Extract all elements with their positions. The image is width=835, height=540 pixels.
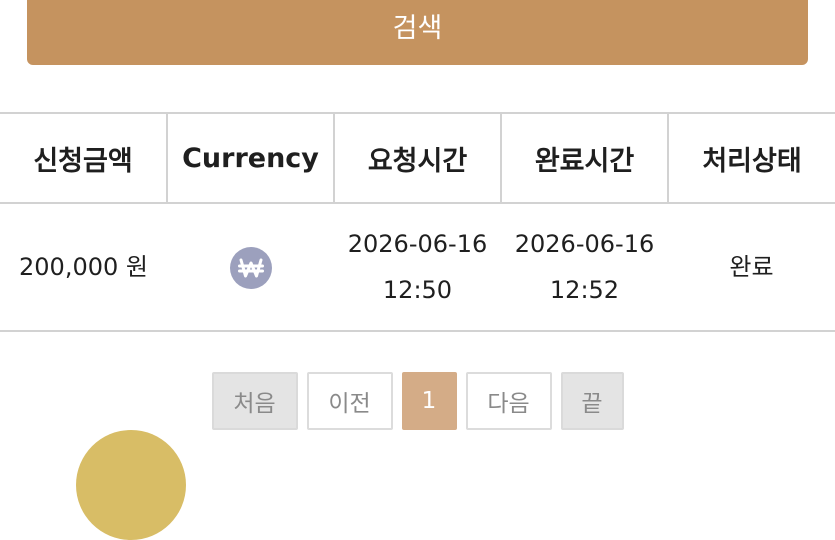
header-currency: Currency bbox=[167, 112, 335, 204]
complete-clock: 12:52 bbox=[549, 276, 620, 304]
cell-amount: 200,000 원 bbox=[0, 202, 167, 332]
page-1-button[interactable]: 1 bbox=[401, 372, 457, 430]
won-coin-icon bbox=[229, 247, 272, 289]
search-button[interactable]: 검색 bbox=[27, 0, 808, 65]
complete-date: 2026-06-16 bbox=[514, 230, 655, 258]
page-first-button[interactable]: 처음 bbox=[211, 372, 298, 430]
floating-badge bbox=[76, 430, 186, 540]
page-last-button[interactable]: 끝 bbox=[560, 372, 624, 430]
page-prev-button[interactable]: 이전 bbox=[306, 372, 393, 430]
page-next-button[interactable]: 다음 bbox=[465, 372, 552, 430]
header-request-time: 요청시간 bbox=[334, 112, 502, 204]
pagination: 처음 이전 1 다음 끝 bbox=[0, 372, 835, 430]
cell-complete-time: 2026-06-16 12:52 bbox=[501, 202, 668, 332]
table-header-row: 신청금액 Currency 요청시간 완료시간 처리상태 bbox=[0, 112, 835, 204]
header-complete-time: 완료시간 bbox=[501, 112, 669, 204]
history-table: 신청금액 Currency 요청시간 완료시간 처리상태 200,000 원 2… bbox=[0, 112, 835, 332]
header-amount: 신청금액 bbox=[0, 112, 168, 204]
table-row: 200,000 원 2026-06-16 12:50 2026-06-16 12… bbox=[0, 202, 835, 332]
cell-currency bbox=[167, 202, 334, 332]
cell-request-time: 2026-06-16 12:50 bbox=[334, 202, 501, 332]
status-badge: 완료 bbox=[668, 202, 835, 332]
request-date: 2026-06-16 bbox=[347, 230, 488, 258]
request-clock: 12:50 bbox=[382, 276, 453, 304]
header-status: 처리상태 bbox=[668, 112, 835, 204]
